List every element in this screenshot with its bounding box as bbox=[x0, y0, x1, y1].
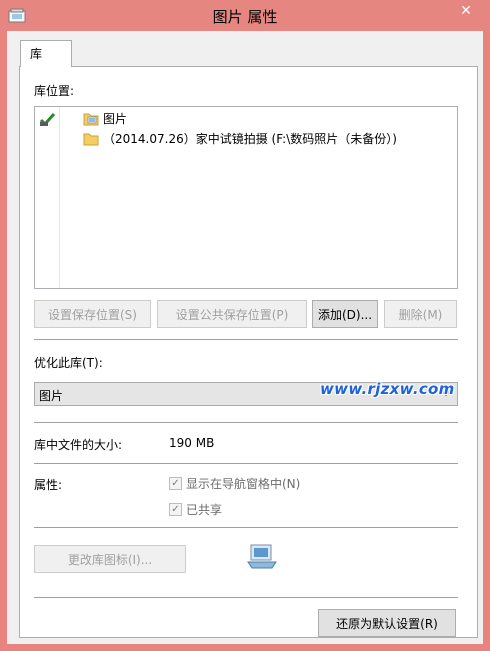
list-divider bbox=[59, 107, 60, 288]
library-locations-list[interactable]: 图片 （2014.07.26）家中试镜拍摄 (F:\数码照片（未备份）) bbox=[34, 106, 458, 289]
attributes-label: 属性: bbox=[34, 478, 63, 492]
list-item-label: 图片 bbox=[103, 112, 128, 126]
set-save-location-button[interactable]: 设置保存位置(S) bbox=[34, 300, 151, 328]
restore-defaults-button[interactable]: 还原为默认设置(R) bbox=[318, 609, 456, 637]
dialog-body: 库 库位置: 图片 （2014.07.26）家中试镜拍摄 (F:\数码照片（未备… bbox=[7, 31, 483, 644]
library-locations-label: 库位置: bbox=[34, 84, 75, 98]
change-library-icon-button[interactable]: 更改库图标(I)... bbox=[34, 545, 186, 573]
set-public-save-location-button[interactable]: 设置公共保存位置(P) bbox=[157, 300, 307, 328]
divider bbox=[34, 463, 458, 464]
optimize-label: 优化此库(T): bbox=[34, 356, 103, 370]
tab-panel: 库位置: 图片 （2014.07.26）家中试镜拍摄 (F:\数码照片（未备份）… bbox=[19, 66, 478, 638]
list-item-label: （2014.07.26）家中试镜拍摄 (F:\数码照片（未备份）) bbox=[103, 132, 397, 146]
shared-label: 已共享 bbox=[186, 503, 223, 517]
library-folder-icon bbox=[83, 113, 99, 125]
folder-icon bbox=[83, 133, 99, 145]
divider bbox=[34, 422, 458, 423]
divider bbox=[34, 527, 458, 528]
close-icon: ✕ bbox=[460, 3, 472, 19]
show-in-nav-label: 显示在导航窗格中(N) bbox=[186, 477, 301, 491]
green-check-default-icon bbox=[39, 112, 56, 127]
library-size-label: 库中文件的大小: bbox=[34, 438, 123, 452]
library-size-value: 190 MB bbox=[169, 436, 215, 450]
checkbox-checked-icon: ✓ bbox=[169, 477, 182, 490]
divider bbox=[34, 597, 458, 598]
divider bbox=[34, 339, 458, 340]
optimize-select-value: 图片 bbox=[39, 389, 64, 403]
tab-library[interactable]: 库 bbox=[20, 40, 72, 67]
title-bar: 图片 属性 ✕ bbox=[0, 0, 490, 31]
add-button[interactable]: 添加(D)... bbox=[312, 300, 378, 328]
site-watermark: www.rjzxw.com bbox=[320, 380, 455, 398]
shared-checkbox[interactable]: ✓ 已共享 bbox=[169, 501, 222, 518]
list-item[interactable]: （2014.07.26）家中试镜拍摄 (F:\数码照片（未备份）) bbox=[83, 130, 397, 147]
window-title: 图片 属性 bbox=[212, 8, 278, 26]
library-preview-icon bbox=[247, 544, 277, 569]
remove-button[interactable]: 删除(M) bbox=[384, 300, 457, 328]
close-button[interactable]: ✕ bbox=[448, 0, 484, 22]
tab-library-label: 库 bbox=[30, 47, 43, 61]
checkbox-checked-icon: ✓ bbox=[169, 503, 182, 516]
list-item[interactable]: 图片 bbox=[83, 110, 127, 127]
show-in-nav-checkbox[interactable]: ✓ 显示在导航窗格中(N) bbox=[169, 475, 300, 492]
